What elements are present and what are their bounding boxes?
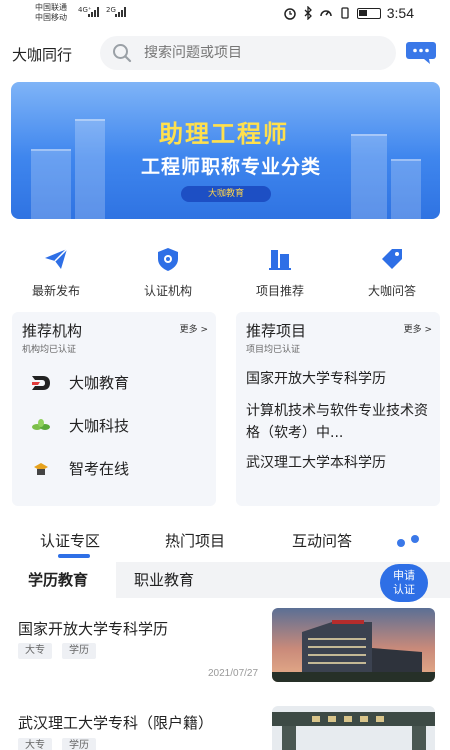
- apply-button-line-2: 认证: [393, 583, 415, 596]
- recommend-orgs-subtitle: 机构均已认证: [22, 345, 77, 355]
- list-item[interactable]: 国家开放大学专科学历 大专 学历 2021/07/27: [0, 606, 450, 690]
- quick-nav-label: 最新发布: [31, 284, 80, 298]
- shield-icon: [158, 248, 178, 271]
- status-right: 3:54: [283, 5, 414, 21]
- search-bar[interactable]: [100, 36, 396, 70]
- list-item-thumbnail: [272, 706, 435, 750]
- more-dots-icon[interactable]: [396, 534, 422, 548]
- subtab-vocational[interactable]: 职业教育: [134, 562, 194, 598]
- banner-building-2: [75, 119, 105, 219]
- banner-subtitle: 工程师职称专业分类: [140, 156, 321, 178]
- project-item[interactable]: 武汉理工大学本科学历: [246, 452, 434, 474]
- list-item-title: 国家开放大学专科学历: [18, 620, 169, 638]
- quick-nav-label: 项目推荐: [255, 284, 304, 298]
- list-item-tag: 学历: [62, 643, 96, 659]
- recommend-projects-title: 推荐项目: [246, 322, 307, 340]
- quick-nav-latest[interactable]: 最新发布: [0, 246, 112, 302]
- dk-logo-icon: [30, 374, 52, 392]
- vibrate-icon: [341, 7, 349, 19]
- list-item-tag: 大专: [18, 738, 52, 750]
- tab-certified-zone[interactable]: 认证专区: [40, 530, 100, 551]
- tab-hot-projects[interactable]: 热门项目: [165, 530, 225, 551]
- recommend-orgs-card: 推荐机构 机构均已认证 更多 > 大咖教育 大咖科技 智考在线: [12, 312, 216, 506]
- banner-title: 助理工程师: [159, 120, 289, 148]
- carrier-1: 中国联通: [35, 3, 67, 12]
- quick-nav-label: 认证机构: [143, 284, 192, 298]
- banner-pill: 大咖教育: [181, 186, 271, 202]
- message-icon[interactable]: [406, 42, 438, 64]
- quick-nav: 最新发布 认证机构 项目推荐 大咖问答: [0, 246, 450, 302]
- org-name: 大咖科技: [69, 417, 130, 435]
- banner-building-3: [351, 134, 387, 219]
- zk-logo-icon: [30, 460, 52, 478]
- recommend-projects-more-link[interactable]: 更多 >: [404, 322, 432, 335]
- header: 大咖同行: [0, 36, 450, 72]
- list-item[interactable]: 武汉理工大学专科（限户籍） 大专 学历: [0, 700, 450, 750]
- building-icon: [269, 250, 291, 270]
- search-input[interactable]: [144, 45, 364, 61]
- org-item-zhikao[interactable]: 智考在线: [30, 458, 129, 479]
- recommend-projects-subtitle: 项目均已认证: [246, 345, 301, 355]
- section-tabs: 认证专区 热门项目 互动问答: [0, 528, 450, 558]
- battery-icon: [356, 7, 381, 19]
- promo-banner[interactable]: 助理工程师 工程师职称专业分类 大咖教育: [11, 82, 440, 219]
- list-item-title: 武汉理工大学专科（限户籍）: [18, 714, 214, 732]
- recommend-orgs-more-link[interactable]: 更多 >: [180, 322, 208, 335]
- active-tab-indicator: [58, 554, 90, 558]
- banner-building-1: [31, 149, 71, 219]
- alarm-icon: [284, 8, 296, 20]
- recommend-orgs-title: 推荐机构: [22, 322, 83, 340]
- project-item[interactable]: 国家开放大学专科学历: [246, 368, 434, 390]
- app-title: 大咖同行: [12, 46, 73, 64]
- recommend-projects-card: 推荐项目 项目均已认证 更多 > 国家开放大学专科学历 计算机技术与软件专业技术…: [236, 312, 440, 506]
- subtab-academic[interactable]: 学历教育: [0, 562, 116, 598]
- paper-plane-icon: [45, 248, 68, 269]
- bluetooth-icon: [304, 6, 312, 20]
- status-bar: 中国联通 中国移动 4G⁺ 2G 3:54: [0, 0, 450, 28]
- org-name: 大咖教育: [69, 374, 130, 392]
- carrier-2: 中国移动: [35, 13, 67, 22]
- quick-nav-label: 大咖问答: [367, 284, 416, 298]
- quick-nav-qa[interactable]: 大咖问答: [336, 246, 448, 302]
- leaf-logo-icon: [30, 417, 52, 435]
- carrier-info: 中国联通 中国移动: [35, 3, 67, 23]
- search-icon: [113, 44, 132, 63]
- org-item-dakaedu[interactable]: 大咖教育: [30, 372, 129, 393]
- list-item-tag: 学历: [62, 738, 96, 750]
- quick-nav-projects[interactable]: 项目推荐: [224, 246, 336, 302]
- signal-2-icon: [115, 7, 126, 17]
- status-time: 3:54: [386, 5, 414, 21]
- list-item-thumbnail: [272, 608, 435, 682]
- apply-button-line-1: 申请: [393, 569, 415, 582]
- list-item-date: 2021/07/27: [208, 668, 259, 679]
- org-name: 智考在线: [69, 460, 130, 478]
- speed-icon: [320, 10, 332, 17]
- tab-interactive-qa[interactable]: 互动问答: [292, 530, 352, 551]
- quick-nav-certified-orgs[interactable]: 认证机构: [112, 246, 224, 302]
- banner-building-4: [391, 159, 421, 219]
- signal-1-icon: [88, 7, 99, 17]
- org-item-dakatech[interactable]: 大咖科技: [30, 415, 129, 436]
- tag-icon: [382, 249, 402, 269]
- project-item[interactable]: 计算机技术与软件专业技术资格（软考）中...: [246, 400, 434, 444]
- apply-certification-button[interactable]: 申请 认证: [380, 564, 428, 602]
- list-item-tag: 大专: [18, 643, 52, 659]
